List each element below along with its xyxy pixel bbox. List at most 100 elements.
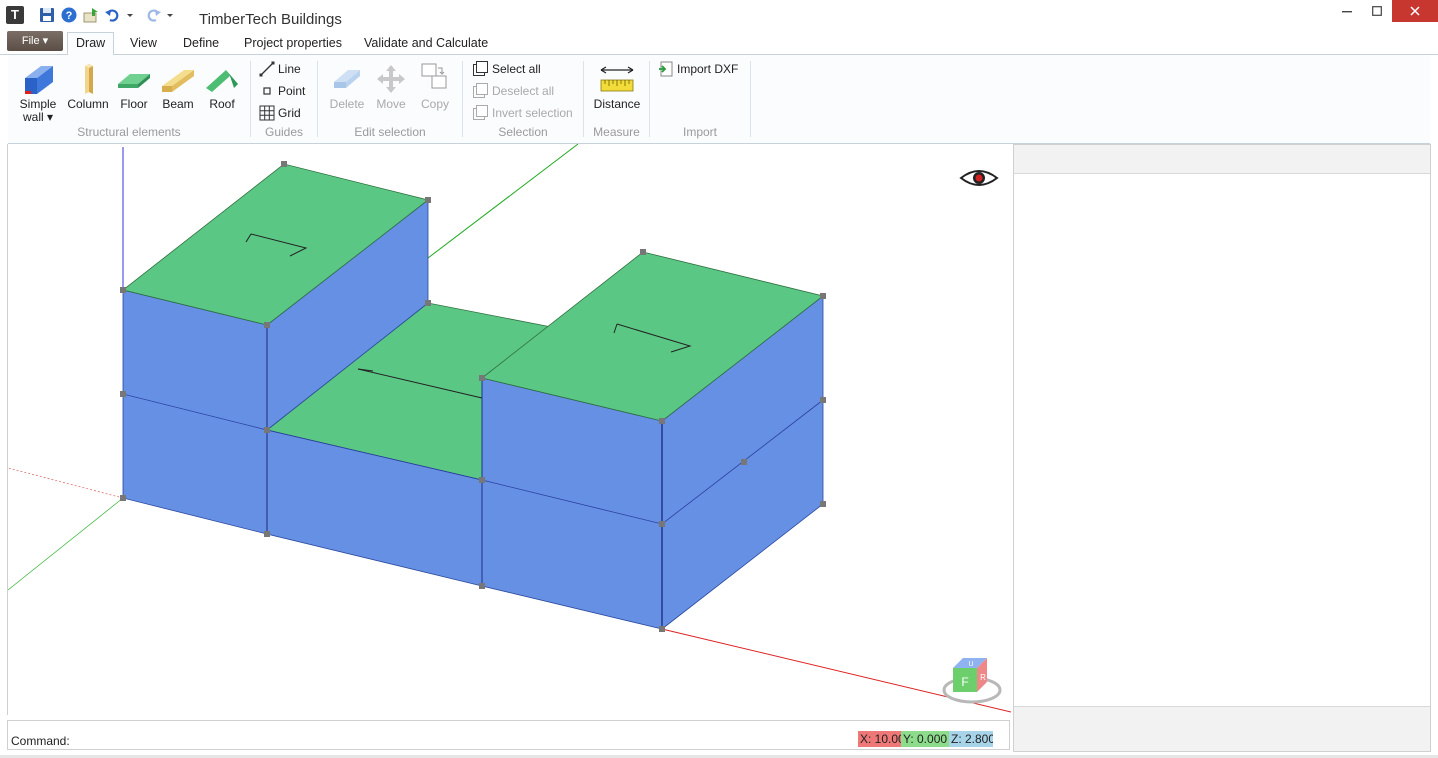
group-measure: Distance Measure — [584, 55, 649, 143]
command-label: Command: — [11, 734, 70, 748]
help-icon[interactable]: ? — [60, 6, 78, 24]
3d-viewport[interactable]: F R U — [7, 144, 1011, 715]
delete-label: Delete — [329, 97, 365, 111]
beam-button[interactable]: Beam — [157, 61, 199, 111]
visibility-eye-icon[interactable] — [959, 170, 999, 186]
move-arrows-icon — [373, 61, 409, 97]
wall-icon — [20, 61, 56, 97]
move-button[interactable]: Move — [370, 61, 412, 111]
deselect-all-icon — [473, 83, 489, 99]
import-dxf-label: Import DXF — [677, 62, 739, 76]
vertex-handle[interactable] — [741, 459, 747, 465]
undo-dropdown-icon[interactable] — [126, 6, 134, 24]
group-label-edit-selection: Edit selection — [354, 125, 426, 139]
view-cube[interactable]: F R U — [942, 658, 1002, 704]
copy-icon — [417, 61, 453, 97]
column-button[interactable]: Column — [66, 61, 110, 111]
floor-icon — [116, 61, 152, 97]
file-menu-button[interactable]: File ▾ — [7, 31, 63, 51]
redo-icon[interactable] — [144, 6, 162, 24]
minimize-icon[interactable] — [1332, 0, 1362, 22]
vertex-handle[interactable] — [479, 375, 485, 381]
vertex-handle[interactable] — [264, 427, 270, 433]
roof-icon — [204, 61, 240, 97]
group-import: Import DXF Import — [650, 55, 750, 143]
maximize-icon[interactable] — [1362, 0, 1392, 22]
copy-button[interactable]: Copy — [414, 61, 456, 111]
deselect-all-label: Deselect all — [492, 84, 555, 98]
floor-label: Floor — [120, 97, 148, 111]
vertex-handle[interactable] — [425, 197, 431, 203]
simple-wall-label-2: wall ▾ — [22, 110, 54, 124]
3d-model-canvas[interactable]: F R U — [8, 144, 1011, 715]
vertex-handle[interactable] — [820, 501, 826, 507]
guide-point-button[interactable]: Point — [259, 81, 305, 101]
vertex-handle[interactable] — [640, 249, 646, 255]
invert-selection-label: Invert selection — [492, 106, 573, 120]
axis-x-negative — [8, 467, 124, 499]
eraser-icon — [329, 61, 365, 97]
vertex-handle[interactable] — [659, 626, 665, 632]
title-bar: T ? TimberTech Buildings — [0, 0, 1438, 30]
export-icon[interactable] — [82, 6, 100, 24]
axis-y — [427, 144, 579, 259]
invert-selection-button[interactable]: Invert selection — [473, 103, 573, 123]
delete-button[interactable]: Delete — [326, 61, 368, 111]
undo-icon[interactable] — [104, 6, 122, 24]
tab-view[interactable]: View — [122, 33, 165, 54]
group-label-measure: Measure — [593, 125, 640, 139]
vertex-handle[interactable] — [659, 521, 665, 527]
simple-wall-label-1: Simple — [19, 97, 57, 111]
vertex-handle[interactable] — [281, 161, 287, 167]
import-dxf-button[interactable]: Import DXF — [658, 59, 738, 79]
right-block-front-wall[interactable] — [481, 377, 663, 630]
floor-button[interactable]: Floor — [113, 61, 155, 111]
distance-button[interactable]: Distance — [590, 61, 644, 111]
distance-label: Distance — [593, 97, 641, 111]
vertex-handle[interactable] — [479, 477, 485, 483]
coordinate-z: Z: 2.800 — [949, 731, 993, 747]
vertex-handle[interactable] — [264, 531, 270, 537]
command-bar[interactable]: Command: X: 10.000 Y: 0.000 Z: 2.800 — [7, 720, 1010, 750]
tab-project-properties[interactable]: Project properties — [236, 33, 350, 54]
group-label-structural: Structural elements — [77, 125, 181, 139]
select-all-icon — [473, 61, 489, 77]
save-icon[interactable] — [38, 6, 56, 24]
roof-button[interactable]: Roof — [202, 61, 242, 111]
coordinate-y: Y: 0.000 — [901, 731, 950, 747]
vertex-handle[interactable] — [120, 287, 126, 293]
vertex-handle[interactable] — [479, 583, 485, 589]
ruler-icon — [599, 61, 635, 97]
select-all-button[interactable]: Select all — [473, 59, 541, 79]
vertex-handle[interactable] — [120, 495, 126, 501]
group-edit-selection: Delete Move Copy Edit selection — [318, 55, 462, 143]
app-logo-icon[interactable]: T — [6, 6, 24, 24]
guide-grid-label: Grid — [278, 106, 301, 120]
guide-line-button[interactable]: Line — [259, 59, 301, 79]
group-label-guides: Guides — [264, 125, 304, 139]
window-title: TimberTech Buildings — [199, 11, 342, 28]
viewcube-front-label: F — [961, 675, 968, 689]
tab-validate-and-calculate[interactable]: Validate and Calculate — [356, 33, 496, 54]
close-icon[interactable] — [1392, 0, 1438, 22]
vertex-handle[interactable] — [120, 391, 126, 397]
properties-panel-header — [1014, 145, 1430, 174]
guide-grid-button[interactable]: Grid — [259, 103, 301, 123]
vertex-handle[interactable] — [659, 418, 665, 424]
group-selection: Select all Deselect all Invert selection… — [463, 55, 583, 143]
vertex-handle[interactable] — [264, 322, 270, 328]
beam-icon — [160, 61, 196, 97]
tab-define[interactable]: Define — [175, 33, 227, 54]
window-controls — [1332, 0, 1438, 22]
invert-selection-icon — [473, 105, 489, 121]
ribbon-draw: Simple wall ▾ Column Floor Beam Roof Str… — [8, 55, 1430, 144]
vertex-handle[interactable] — [820, 397, 826, 403]
beam-label: Beam — [162, 97, 194, 111]
simple-wall-button[interactable]: Simple wall ▾ — [14, 61, 62, 124]
vertex-handle[interactable] — [425, 300, 431, 306]
tab-draw[interactable]: Draw — [67, 32, 115, 55]
vertex-handle[interactable] — [820, 293, 826, 299]
redo-dropdown-icon[interactable] — [166, 6, 174, 24]
group-structural-elements: Simple wall ▾ Column Floor Beam Roof Str… — [8, 55, 250, 143]
deselect-all-button[interactable]: Deselect all — [473, 81, 554, 101]
